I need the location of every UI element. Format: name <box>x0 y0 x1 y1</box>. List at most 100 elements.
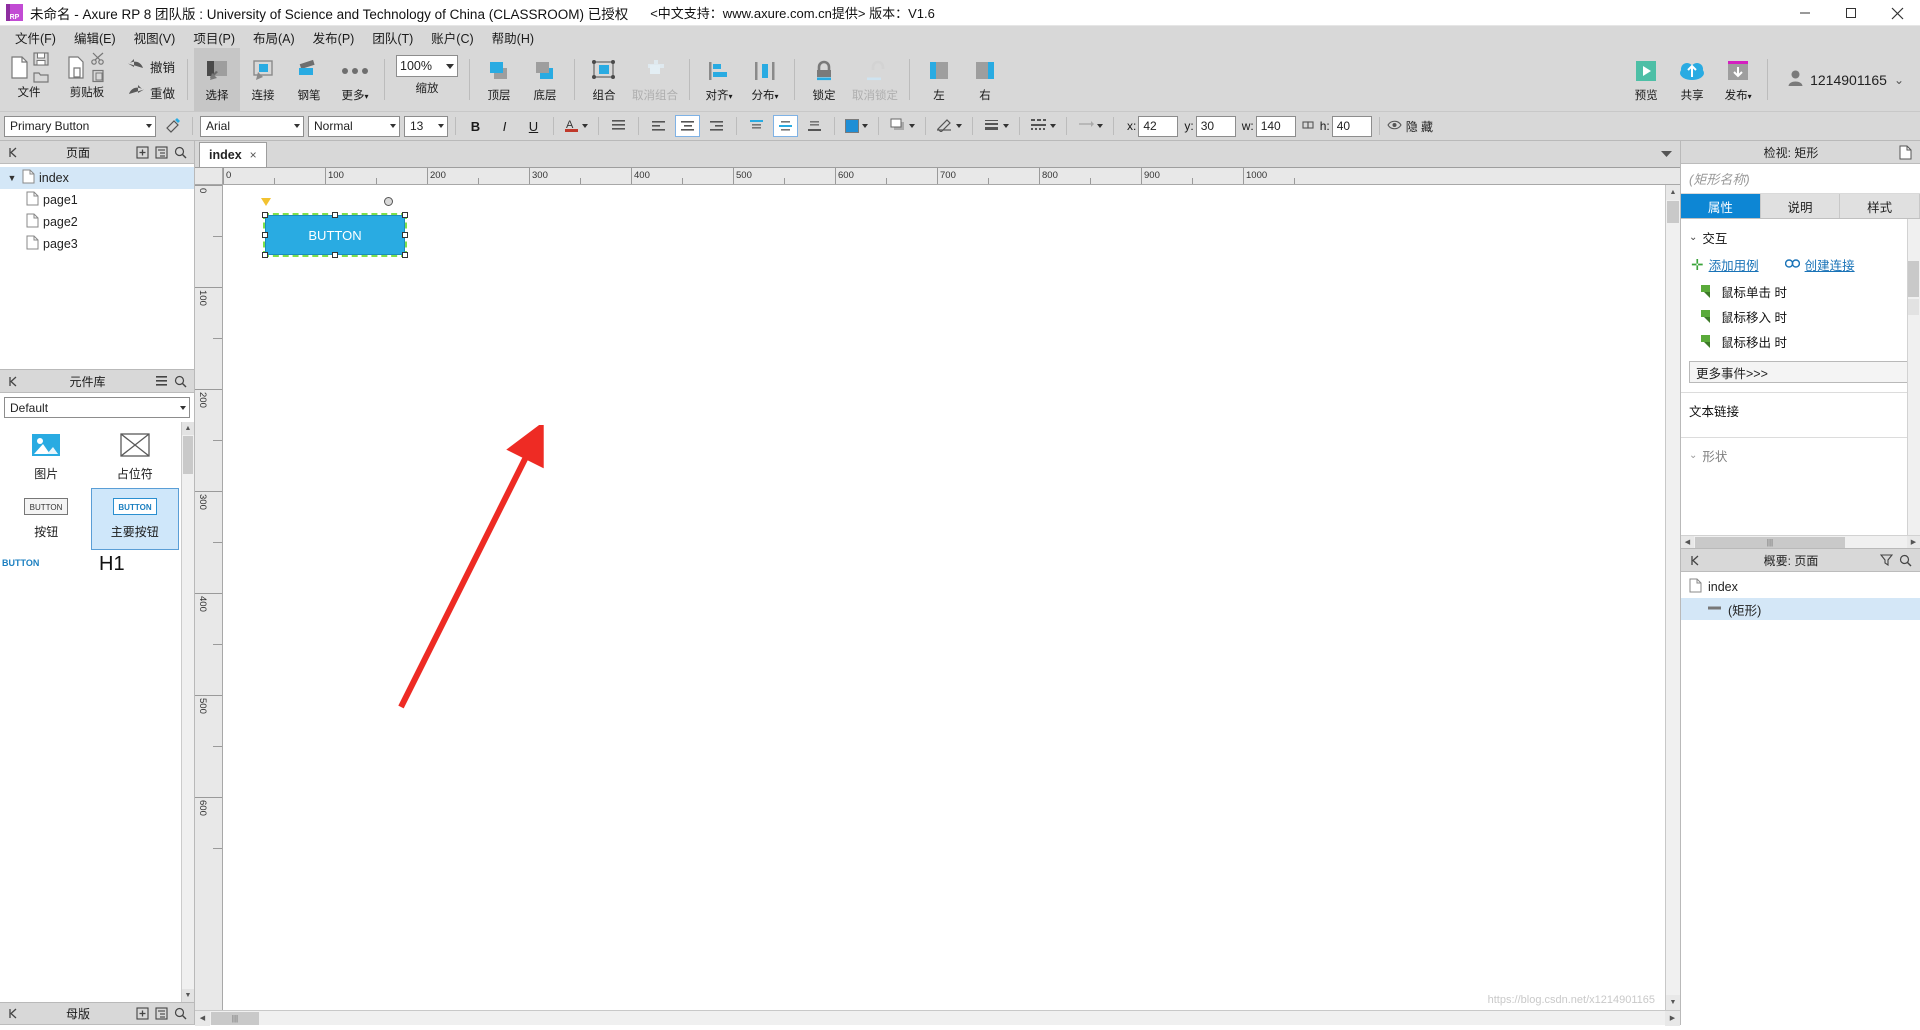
link-ratio-icon[interactable] <box>1302 119 1314 134</box>
w-input[interactable]: 140 <box>1255 115 1296 137</box>
search-icon[interactable] <box>171 143 190 162</box>
panel-collapse-icon[interactable] <box>4 372 23 391</box>
arrow-style-button[interactable] <box>1074 115 1106 137</box>
scroll-up-icon[interactable]: ▲ <box>1666 185 1680 200</box>
resize-handle-e[interactable] <box>402 232 408 238</box>
underline-button[interactable]: U <box>521 115 546 137</box>
line-color-button[interactable] <box>933 115 965 137</box>
menu-item-team[interactable]: 团队(T) <box>363 26 422 49</box>
scroll-up-icon[interactable]: ▲ <box>182 422 194 435</box>
new-file-icon[interactable] <box>10 56 29 82</box>
font-size-select[interactable]: 13 <box>404 115 448 137</box>
align-button[interactable]: 对齐▾ <box>696 48 742 111</box>
group-button[interactable]: 组合 <box>581 48 627 111</box>
line-style-button[interactable] <box>1027 115 1059 137</box>
line-width-button[interactable] <box>980 115 1012 137</box>
align-text-right-button[interactable] <box>704 115 729 137</box>
page-item-index[interactable]: ▼ index <box>0 167 194 189</box>
scroll-down-icon[interactable]: ▼ <box>182 989 194 1002</box>
hide-toggle[interactable]: 隐 藏 <box>1387 118 1433 135</box>
menu-item-project[interactable]: 项目(P) <box>184 26 244 49</box>
bold-button[interactable]: B <box>463 115 488 137</box>
panel-collapse-icon[interactable] <box>1686 551 1705 570</box>
y-input[interactable]: 30 <box>1195 115 1236 137</box>
page-item-page2[interactable]: page2 <box>0 211 194 233</box>
align-text-center-button[interactable] <box>675 115 700 137</box>
bring-front-button[interactable]: 顶层 <box>476 48 522 111</box>
create-link-button[interactable]: 创建连接 <box>1784 255 1855 274</box>
scroll-thumb[interactable]: ||| <box>211 1011 259 1025</box>
resize-handle-se[interactable] <box>402 252 408 258</box>
inspector-vertical-scrollbar[interactable] <box>1907 219 1920 548</box>
add-child-page-icon[interactable] <box>152 143 171 162</box>
align-right-edge-button[interactable]: 右 <box>962 48 1008 111</box>
select-tool-button[interactable]: 选择 <box>194 48 241 111</box>
resize-handle-n[interactable] <box>332 212 338 218</box>
valign-top-button[interactable] <box>744 115 769 137</box>
scroll-down-icon[interactable]: ▼ <box>1666 995 1680 1010</box>
canvas-vertical-scrollbar[interactable]: ▲ ▼ <box>1665 185 1680 1010</box>
panel-collapse-icon[interactable] <box>4 143 23 162</box>
more-tools-button[interactable]: 更多▾ <box>332 48 378 111</box>
outline-row-index[interactable]: index <box>1681 576 1920 598</box>
scroll-right-icon[interactable]: ▶ <box>1907 535 1920 548</box>
menu-item-help[interactable]: 帮助(H) <box>483 26 543 49</box>
font-weight-select[interactable]: Normal <box>308 115 400 137</box>
duplicate-icon[interactable] <box>67 56 87 82</box>
save-file-icon[interactable] <box>32 52 49 69</box>
page-item-page3[interactable]: page3 <box>0 233 194 255</box>
scroll-thumb[interactable] <box>1667 201 1679 223</box>
fill-color-button[interactable] <box>842 115 871 137</box>
inspector-horizontal-scrollbar[interactable]: ◀ ||| ▶ <box>1681 535 1920 548</box>
text-link-section-header[interactable]: 文本链接 <box>1681 393 1920 428</box>
lock-button[interactable]: 锁定 <box>801 48 847 111</box>
connect-tool-button[interactable]: 连接 <box>240 48 286 111</box>
inspector-note-icon[interactable] <box>1896 143 1915 162</box>
tab-overflow-icon[interactable] <box>1661 147 1672 161</box>
tab-properties[interactable]: 属性 <box>1681 194 1761 218</box>
library-item-link-button[interactable]: BUTTON <box>2 550 91 576</box>
x-input[interactable]: 42 <box>1138 115 1179 137</box>
scroll-track[interactable] <box>1666 224 1680 995</box>
h-input[interactable]: 40 <box>1331 115 1372 137</box>
library-item-placeholder[interactable]: 占位符 <box>91 426 180 488</box>
account-menu[interactable]: 1214901165 ⌄ <box>1774 48 1910 111</box>
event-item-mouse-out[interactable]: 鼠标移出 时 <box>1681 329 1920 354</box>
resize-handle-ne[interactable] <box>402 212 408 218</box>
undo-button[interactable]: 撤销 <box>128 57 175 76</box>
scroll-grip[interactable] <box>1908 299 1919 315</box>
minimize-icon[interactable] <box>1782 0 1828 26</box>
distribute-button[interactable]: 分布▾ <box>742 48 788 111</box>
tab-close-icon[interactable]: × <box>250 148 257 162</box>
filter-icon[interactable] <box>1877 551 1896 570</box>
interactions-section-header[interactable]: ⌄ 交互 <box>1681 225 1920 250</box>
tab-style[interactable]: 样式 <box>1840 194 1920 218</box>
add-master-folder-icon[interactable] <box>152 1004 171 1023</box>
preview-button[interactable]: 预览 <box>1623 48 1669 111</box>
redo-button[interactable]: 重做 <box>128 83 175 102</box>
scroll-left-icon[interactable]: ◀ <box>195 1010 210 1026</box>
rotate-handle[interactable] <box>384 197 393 206</box>
library-item-button[interactable]: BUTTON 按钮 <box>2 488 91 550</box>
more-events-button[interactable]: 更多事件>>> <box>1689 361 1912 383</box>
line-spacing-button[interactable] <box>606 115 631 137</box>
scroll-left-icon[interactable]: ◀ <box>1681 535 1694 548</box>
valign-middle-button[interactable] <box>773 115 798 137</box>
scroll-thumb[interactable] <box>1908 261 1919 297</box>
add-page-icon[interactable] <box>133 143 152 162</box>
library-item-primary-button[interactable]: BUTTON 主要按钮 <box>90 488 179 550</box>
library-select[interactable]: Default <box>4 397 190 418</box>
add-case-button[interactable]: ✛ 添加用例 <box>1691 255 1759 274</box>
menu-item-file[interactable]: 文件(F) <box>6 26 65 49</box>
maximize-icon[interactable] <box>1828 0 1874 26</box>
align-text-left-button[interactable] <box>646 115 671 137</box>
resize-handle-nw[interactable] <box>262 212 268 218</box>
scroll-track[interactable] <box>182 475 194 989</box>
menu-item-edit[interactable]: 编辑(E) <box>65 26 125 49</box>
add-master-icon[interactable] <box>133 1004 152 1023</box>
library-item-image[interactable]: 图片 <box>2 426 91 488</box>
corner-radius-handle[interactable] <box>261 198 271 206</box>
style-paint-button[interactable] <box>160 115 185 137</box>
menu-item-layout[interactable]: 布局(A) <box>244 26 304 49</box>
event-item-mouse-enter[interactable]: 鼠标移入 时 <box>1681 304 1920 329</box>
